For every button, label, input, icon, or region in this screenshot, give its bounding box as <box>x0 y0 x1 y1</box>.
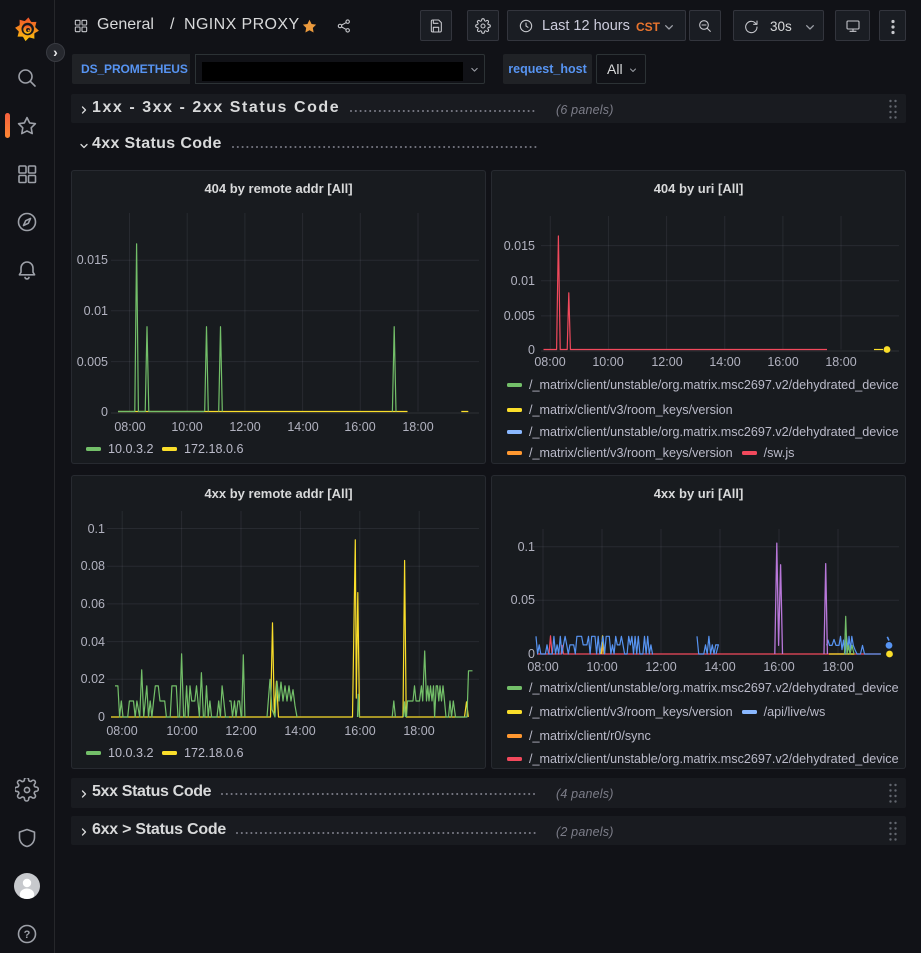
svg-text:?: ? <box>24 929 31 941</box>
